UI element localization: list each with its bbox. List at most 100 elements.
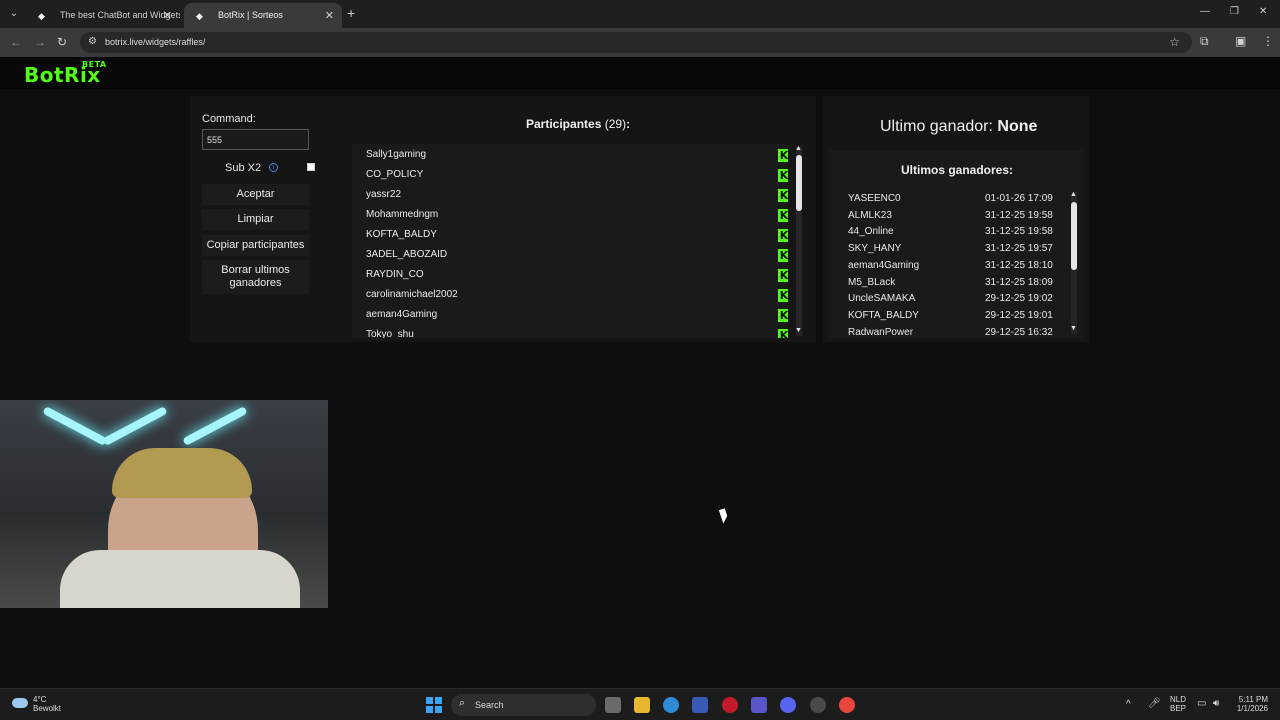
participant-row: 3ADEL_ABOZAID K: [366, 245, 788, 265]
participant-row: Mohammedngm K: [366, 205, 788, 225]
winner-name: 44_Online: [848, 226, 894, 238]
beta-badge: BETA: [82, 60, 107, 69]
scroll-down-icon[interactable]: ▼: [1070, 325, 1077, 332]
participant-name: Sally1gaming: [366, 149, 427, 160]
winner-row: 44_Online 31-12-25 19:58: [848, 226, 1058, 242]
scroll-up-icon[interactable]: ▲: [1070, 191, 1077, 198]
kick-icon: K: [778, 189, 788, 202]
participants-list[interactable]: Sally1gaming K CO_POLICY Kyassr22 K Mohammedn…: [352, 144, 788, 338]
winner-date: 31-12-25 18:10: [985, 259, 1053, 271]
store-icon[interactable]: [692, 697, 708, 713]
time: 5:11 PM: [1238, 695, 1268, 704]
close-tab-icon[interactable]: ✕: [163, 9, 172, 22]
participant-row: CO_POLICY K: [366, 165, 788, 185]
site-info-icon[interactable]: ⚙: [88, 36, 97, 47]
scroll-down-icon[interactable]: ▼: [795, 327, 802, 334]
kick-icon: K: [778, 229, 788, 242]
participant-row: aeman4Gaming K: [366, 305, 788, 325]
microphone-icon[interactable]: 🎤︎: [1148, 698, 1161, 709]
participant-name: carolinamichael2002: [366, 289, 458, 300]
app-icon[interactable]: [751, 697, 767, 713]
clear-button[interactable]: Limpiar: [202, 209, 309, 230]
reload-icon[interactable]: ↻: [57, 35, 67, 49]
participant-name: yassr22: [366, 189, 402, 200]
info-icon[interactable]: i: [269, 163, 278, 172]
tab-chatbot[interactable]: ◆ The best ChatBot and Widgets ✕: [26, 3, 180, 28]
profile-icon[interactable]: ▣: [1235, 34, 1246, 48]
winner-row: KOFTA_BALDY 29-12-25 19:01: [848, 310, 1058, 326]
last-winner-label: Ultimo ganador:: [880, 118, 993, 135]
participants-scrollbar[interactable]: ▲ ▼: [795, 145, 802, 336]
tab-sorteos[interactable]: ◆ BotRix | Sorteos ✕: [184, 3, 342, 28]
kick-icon: K: [778, 209, 788, 222]
participant-row: RAYDIN_CO K: [366, 265, 788, 285]
opera-icon[interactable]: [722, 697, 738, 713]
volume-icon[interactable]: 🔊︎: [1213, 698, 1219, 709]
restore-icon[interactable]: ❐: [1230, 6, 1239, 17]
forward-icon[interactable]: →: [34, 35, 46, 49]
lang-code: NLD: [1170, 695, 1187, 704]
clock[interactable]: 5:11 PM 1/1/2026: [1232, 695, 1268, 713]
participant-name: KOFTA_BALDY: [366, 229, 437, 240]
command-input[interactable]: [202, 129, 309, 150]
participant-row: Tokyo_shu K: [366, 325, 788, 338]
participant-row: Sally1gaming K: [366, 145, 788, 165]
winner-name: YASEENC0: [848, 193, 901, 204]
winner-date: 29-12-25 19:02: [985, 293, 1053, 305]
task-view-icon[interactable]: [605, 697, 621, 713]
extensions-icon[interactable]: ⧉: [1200, 34, 1209, 49]
weather-desc: Bewolkt: [33, 704, 62, 713]
file-explorer-icon[interactable]: [634, 697, 650, 713]
windows-start-icon[interactable]: [426, 697, 442, 713]
winner-row: ALMLK23 31-12-25 19:58: [848, 210, 1058, 226]
winner-row: YASEENC0 01-01-26 17:09: [848, 193, 1058, 209]
language-indicator[interactable]: NLD BEP: [1170, 695, 1186, 713]
winner-row: UncleSAMAKA 29-12-25 19:02: [848, 293, 1058, 309]
kick-icon: K: [778, 329, 788, 338]
winner-name: RadwanPower: [848, 326, 914, 338]
participants-count: (29): [604, 117, 627, 131]
close-tab-icon[interactable]: ✕: [325, 9, 334, 22]
kick-icon: K: [778, 289, 788, 302]
bookmark-star-icon[interactable]: ☆: [1169, 35, 1180, 49]
temperature: 4°C: [33, 695, 47, 704]
tray-expand-icon[interactable]: ^: [1126, 699, 1131, 710]
discord-icon[interactable]: [780, 697, 796, 713]
layout-code: BEP: [1170, 704, 1187, 713]
participants-colon: :: [626, 117, 631, 131]
accept-button[interactable]: Aceptar: [202, 184, 309, 205]
taskbar-search[interactable]: ⌕ Search: [451, 694, 596, 716]
date: 1/1/2026: [1236, 704, 1268, 713]
botrix-logo[interactable]: BotRix BETA: [24, 60, 106, 87]
kick-icon: K: [778, 249, 788, 262]
browser-menu-icon[interactable]: ⋮: [1262, 34, 1274, 48]
network-icon[interactable]: ▭: [1197, 698, 1206, 709]
last-winner: Ultimo ganador: None: [880, 118, 1037, 136]
cap-shape: [112, 448, 252, 498]
scroll-up-icon[interactable]: ▲: [795, 145, 802, 152]
chrome-icon[interactable]: [839, 697, 855, 713]
scroll-thumb[interactable]: [796, 155, 802, 211]
url-text: botrix.live/widgets/raffles/: [105, 37, 206, 47]
participant-name: Mohammedngm: [366, 209, 439, 220]
copy-participants-button[interactable]: Copiar participantes: [202, 235, 309, 256]
delete-winners-button[interactable]: Borrar ultimos ganadores: [202, 260, 309, 294]
url-field[interactable]: ⚙ botrix.live/widgets/raffles/ ☆: [80, 32, 1192, 53]
edge-icon[interactable]: [663, 697, 679, 713]
close-window-icon[interactable]: ✕: [1259, 6, 1267, 17]
back-icon[interactable]: ←: [10, 35, 22, 49]
new-tab-icon[interactable]: +: [347, 5, 355, 21]
browser-tabbar: ⌄ ◆ The best ChatBot and Widgets ✕ ◆ Bot…: [0, 0, 1280, 28]
cloud-icon: [12, 698, 28, 708]
minimize-icon[interactable]: —: [1200, 6, 1210, 17]
windows-taskbar: 4°C Bewolkt ⌕ Search ^ 🎤︎ NLD BEP ▭ 🔊︎ 5…: [0, 688, 1280, 720]
mouse-cursor-icon: [718, 508, 730, 524]
scroll-thumb[interactable]: [1071, 202, 1077, 270]
search-label: Search: [475, 700, 504, 710]
sub-x2-label: Sub X2: [225, 162, 262, 174]
participant-name: aeman4Gaming: [366, 309, 438, 320]
steam-icon[interactable]: [810, 697, 826, 713]
sub-x2-checkbox[interactable]: [307, 163, 315, 171]
winners-scrollbar[interactable]: ▲ ▼: [1070, 191, 1077, 334]
tab-search-icon[interactable]: ⌄: [6, 6, 22, 22]
